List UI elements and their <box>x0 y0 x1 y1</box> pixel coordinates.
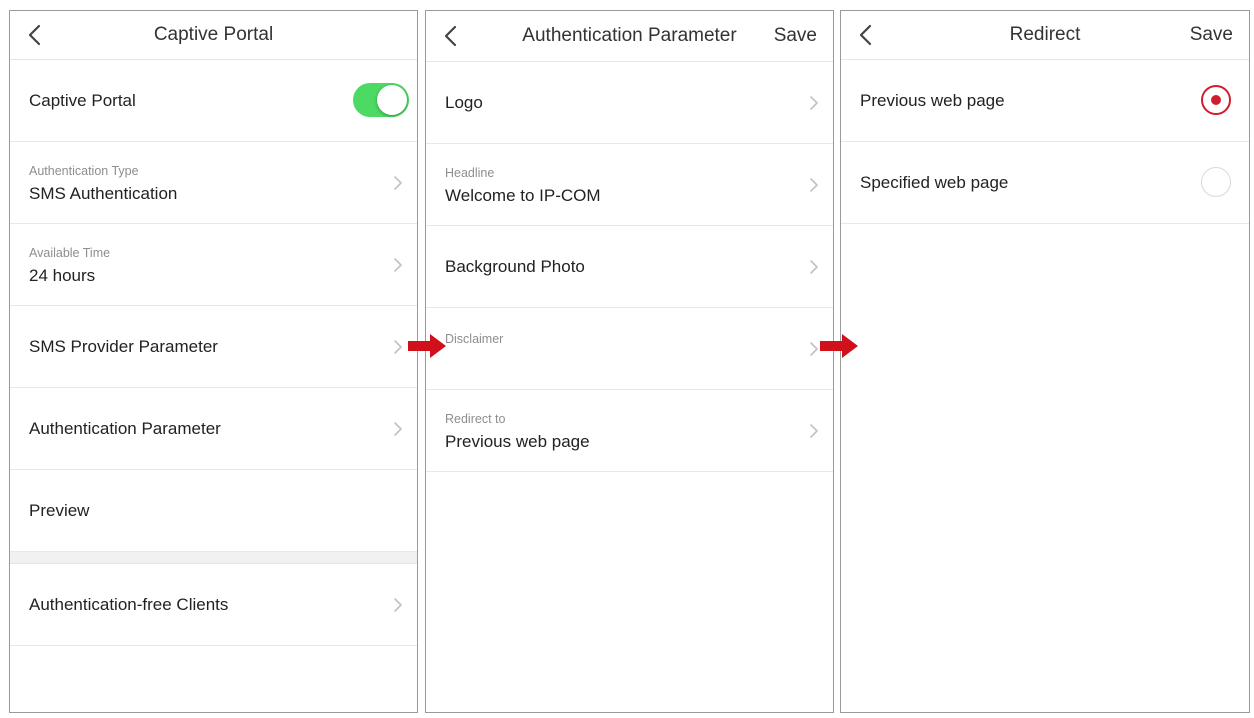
page-title: Authentication Parameter <box>522 25 737 46</box>
disclaimer-label: Disclaimer <box>445 332 504 346</box>
captive-portal-toggle-row: Captive Portal <box>10 60 417 142</box>
disclaimer-row[interactable]: Disclaimer <box>426 308 833 390</box>
available-time-value: 24 hours <box>29 266 96 285</box>
chevron-right-icon <box>810 342 818 356</box>
background-photo-row[interactable]: Background Photo <box>426 226 833 308</box>
page-title: Captive Portal <box>153 24 274 45</box>
chevron-right-icon <box>394 258 402 272</box>
headline-row[interactable]: Headline Welcome to IP-COM <box>426 144 833 226</box>
authentication-free-clients-row[interactable]: Authentication-free Clients <box>10 564 417 646</box>
sms-provider-parameter-row[interactable]: SMS Provider Parameter <box>10 306 417 388</box>
chevron-right-icon <box>810 178 818 192</box>
chevron-right-icon <box>394 422 402 436</box>
section-divider <box>10 552 417 564</box>
flow-arrow-icon <box>820 334 858 358</box>
radio-dot <box>1211 95 1221 105</box>
logo-row[interactable]: Logo <box>426 62 833 144</box>
navigation-bar: Redirect Save <box>841 11 1249 60</box>
save-button[interactable]: Save <box>774 11 817 61</box>
available-time-label: Available Time <box>29 246 111 260</box>
chevron-right-icon <box>810 424 818 438</box>
chevron-right-icon <box>394 176 402 190</box>
redirect-screen: Redirect Save Previous web page Specifie… <box>840 10 1250 713</box>
headline-label: Headline <box>445 166 495 180</box>
available-time-row[interactable]: Available Time 24 hours <box>10 224 417 306</box>
redirect-to-value: Previous web page <box>445 432 590 451</box>
authentication-type-label: Authentication Type <box>29 164 139 178</box>
radio-selected-icon[interactable] <box>1201 85 1231 115</box>
sms-provider-parameter-label: SMS Provider Parameter <box>29 337 218 356</box>
preview-row[interactable]: Preview <box>10 470 417 552</box>
flow-arrow-icon <box>408 334 446 358</box>
chevron-right-icon <box>810 96 818 110</box>
radio-unselected-icon[interactable] <box>1201 167 1231 197</box>
chevron-right-icon <box>394 340 402 354</box>
save-button[interactable]: Save <box>1190 11 1233 59</box>
toggle-knob <box>377 85 407 115</box>
chevron-right-icon <box>394 598 402 612</box>
redirect-option-label: Previous web page <box>860 91 1005 110</box>
captive-portal-screen: Captive Portal Captive Portal Authentica… <box>9 10 418 713</box>
redirect-option-label: Specified web page <box>860 173 1009 192</box>
logo-label: Logo <box>445 93 483 112</box>
authentication-type-value: SMS Authentication <box>29 184 178 203</box>
redirect-to-row[interactable]: Redirect to Previous web page <box>426 390 833 472</box>
navigation-bar: Authentication Parameter Save <box>426 11 833 62</box>
redirect-to-label: Redirect to <box>445 412 506 426</box>
redirect-option-row[interactable]: Specified web page <box>841 142 1249 224</box>
background-photo-label: Background Photo <box>445 257 585 276</box>
authentication-parameter-screen: Authentication Parameter Save Logo Headl… <box>425 10 834 713</box>
preview-link[interactable]: Preview <box>29 470 89 552</box>
toggle-label: Captive Portal <box>29 91 136 110</box>
authentication-free-clients-label: Authentication-free Clients <box>29 595 229 614</box>
authentication-parameter-label: Authentication Parameter <box>29 419 221 438</box>
redirect-option-row[interactable]: Previous web page <box>841 60 1249 142</box>
authentication-parameter-row[interactable]: Authentication Parameter <box>10 388 417 470</box>
authentication-type-row[interactable]: Authentication Type SMS Authentication <box>10 142 417 224</box>
navigation-bar: Captive Portal <box>10 11 417 60</box>
captive-portal-toggle[interactable] <box>353 83 409 117</box>
page-title: Redirect <box>1009 24 1081 45</box>
headline-value: Welcome to IP-COM <box>445 186 601 205</box>
chevron-right-icon <box>810 260 818 274</box>
